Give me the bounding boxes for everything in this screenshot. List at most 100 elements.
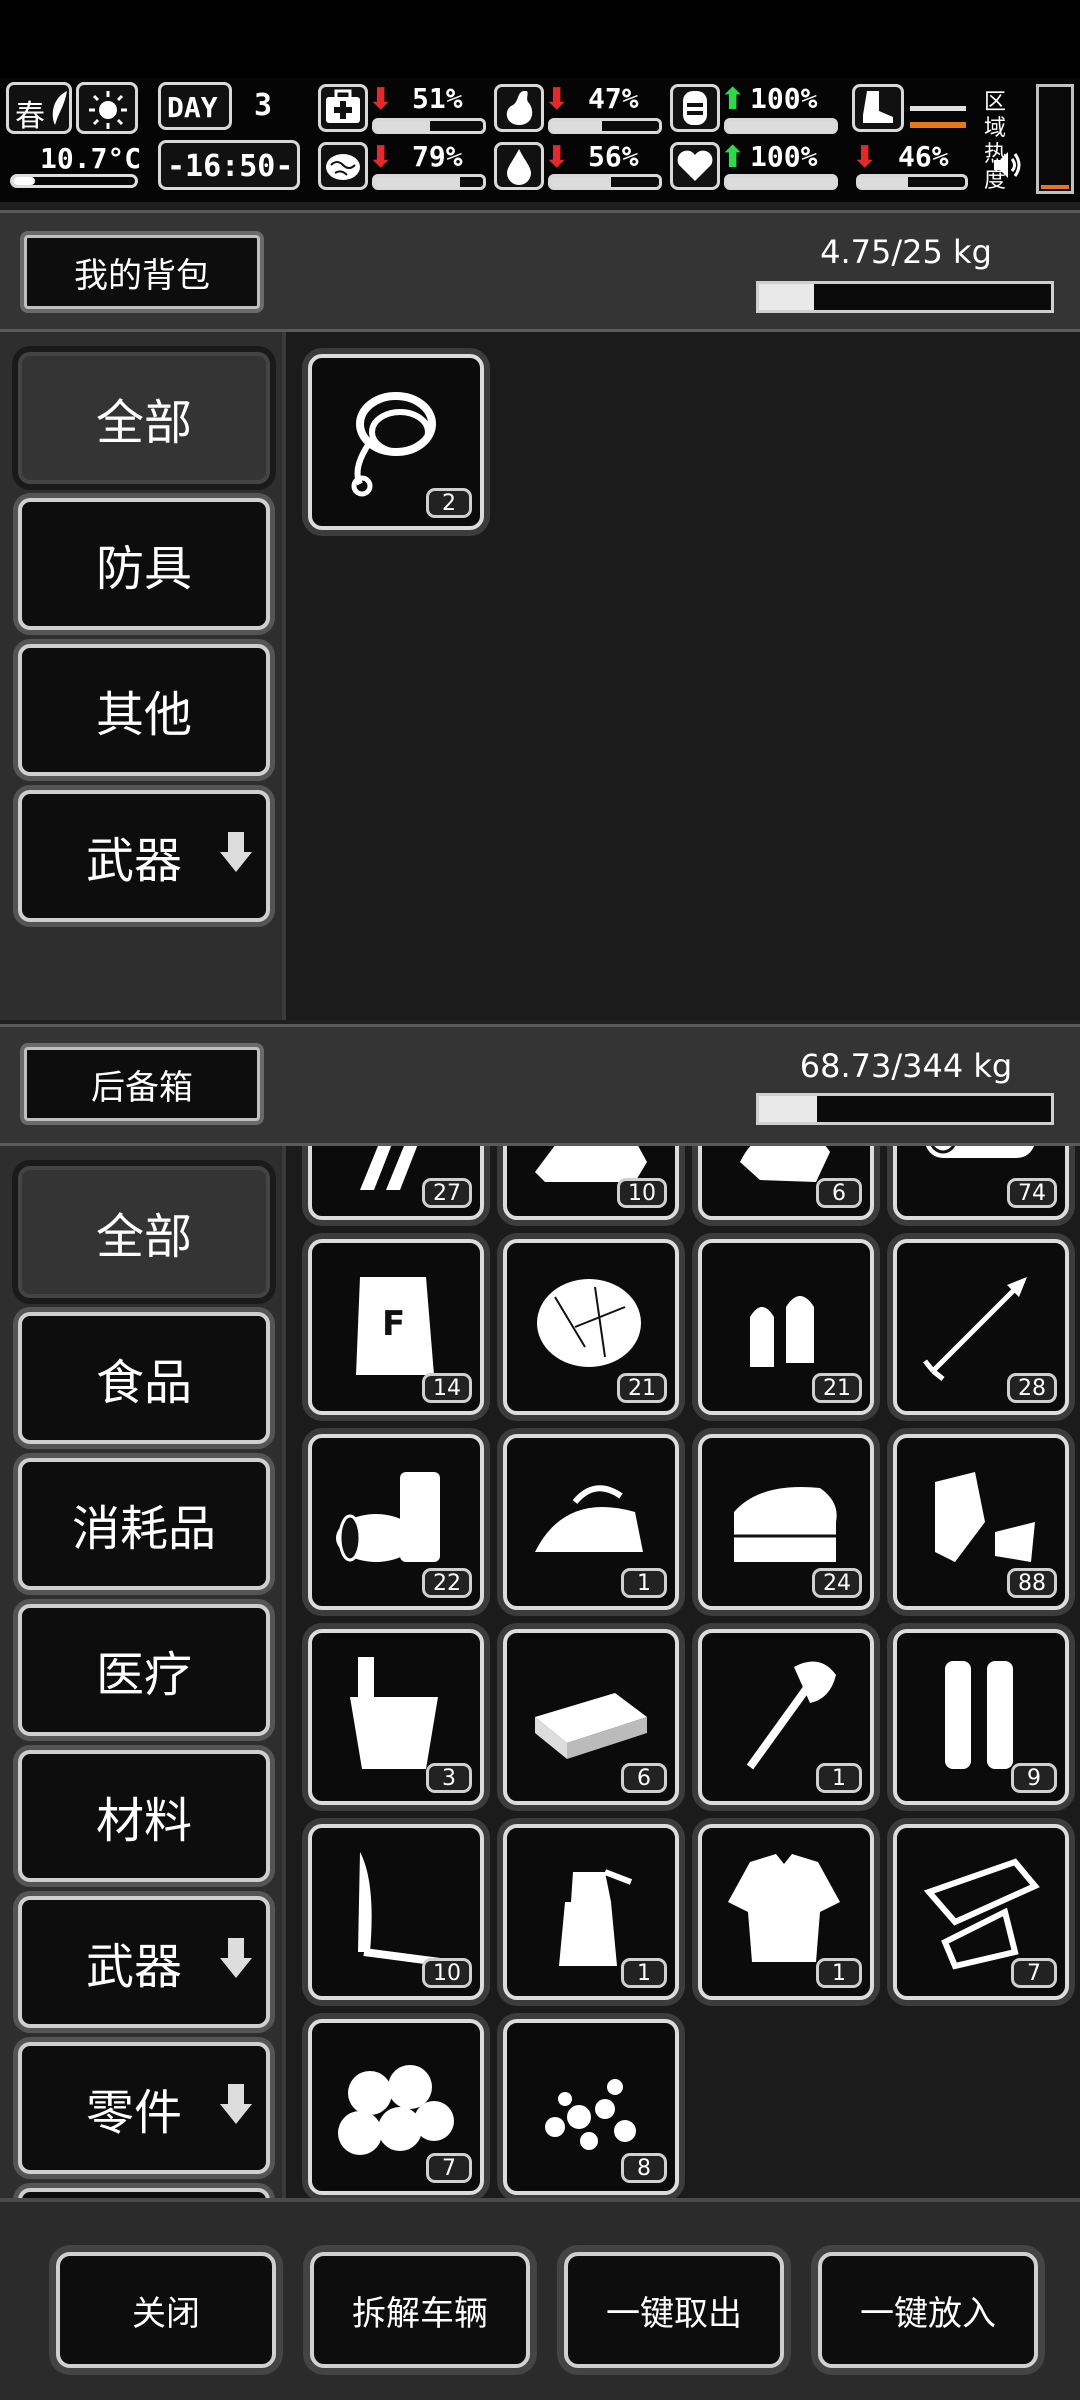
brain-icon (318, 142, 368, 190)
health-value: 51% (412, 82, 463, 115)
inventory-slot[interactable]: 1 (698, 1824, 874, 2000)
item-count-badge: 27 (422, 1178, 472, 1208)
spray-bottle-icon (559, 1869, 633, 1966)
category-tab[interactable]: 其他 (18, 644, 270, 776)
trunk-weight-text: 68.73/344 kg (799, 1047, 1013, 1085)
backpack-weight-bar (756, 281, 1054, 313)
item-count-badge: 7 (1011, 1958, 1057, 1988)
stamina-value: 100% (750, 82, 818, 115)
inventory-slot[interactable]: 1 (503, 1824, 679, 2000)
system-status-bar (0, 0, 1080, 78)
cash-stack-icon (535, 1693, 647, 1759)
item-count-badge: 1 (816, 1958, 862, 1988)
cans-icon (336, 1472, 440, 1562)
svg-text:F: F (382, 1304, 405, 1344)
inventory-slot[interactable]: 24 (698, 1434, 874, 1610)
brain-value: 79% (412, 140, 463, 173)
inventory-slot[interactable]: 7 (308, 2019, 484, 2195)
survival-hud: 春 10.7°C DAY 3 -16:50- ⬇ 51% ⬇ 47% ⬆ 100… (0, 78, 1080, 202)
category-tab[interactable]: 全部 (18, 1166, 270, 1298)
category-tab[interactable]: 防具 (18, 498, 270, 630)
trunk-category-sidebar[interactable]: 全部食品消耗品医疗材料武器零件 (0, 1146, 282, 2198)
stamina-icon (670, 84, 720, 132)
health-bar (372, 118, 486, 134)
inventory-slot[interactable]: 88 (893, 1434, 1069, 1610)
clock-time: -16:50- (167, 149, 294, 184)
trunk-title: 后备箱 (24, 1047, 260, 1121)
boot-value: 46% (898, 140, 949, 173)
backpack-weight-text: 4.75/25 kg (820, 233, 992, 271)
shells-icon (945, 1661, 1013, 1769)
backpack-header: 我的背包 4.75/25 kg (0, 210, 1080, 332)
item-count-badge: 6 (621, 1763, 667, 1793)
stomach-trend-down-icon: ⬇ (544, 82, 570, 117)
arrow-icon (923, 1277, 1027, 1381)
trunk-item-grid[interactable]: 27 10 6 74 F 14 21 21 28 22 1 24 88 3 6 1 9 10 1 1 7 7 8 (282, 1146, 1080, 2198)
stomach-icon (494, 84, 544, 132)
inventory-slot[interactable]: 6 (698, 1146, 874, 1220)
item-count-badge: 7 (426, 2153, 472, 2183)
inventory-slot[interactable]: 10 (503, 1146, 679, 1220)
thirst-bar (548, 174, 662, 190)
category-tab[interactable]: 零件 (18, 2042, 270, 2174)
water-drop-icon (494, 142, 544, 190)
inventory-slot[interactable]: 8 (503, 2019, 679, 2195)
inventory-slot[interactable]: 28 (893, 1239, 1069, 1415)
category-tab[interactable]: 武器 (18, 790, 270, 922)
category-tab-label: 食品 (95, 1355, 192, 1411)
category-tab-label: 消耗品 (71, 1501, 216, 1557)
inventory-slot[interactable]: 9 (893, 1629, 1069, 1805)
close-button[interactable]: 关闭 (56, 2252, 276, 2368)
inventory-slot[interactable]: 27 (308, 1146, 484, 1220)
boot-bar-fill (859, 177, 908, 187)
category-tab[interactable]: 全部 (18, 352, 270, 484)
inventory-slot[interactable]: F 14 (308, 1239, 484, 1415)
stomach-bar (548, 118, 662, 134)
item-count-badge: 1 (621, 1568, 667, 1598)
speaker-icon[interactable] (990, 148, 1024, 182)
inventory-slot[interactable]: 21 (698, 1239, 874, 1415)
folded-cloth-icon (734, 1487, 837, 1562)
category-tab-label: 武器 (85, 1939, 182, 1995)
item-count-badge: 6 (816, 1178, 862, 1208)
expand-down-arrow-icon (220, 1938, 252, 1978)
category-tab[interactable]: 材料 (18, 1750, 270, 1882)
inventory-slot[interactable]: 74 (893, 1146, 1069, 1220)
inventory-slot[interactable]: 10 (308, 1824, 484, 2000)
bottom-action-bar: 关闭 拆解车辆 一键取出 一键放入 (0, 2198, 1080, 2400)
category-tab-partial[interactable] (18, 2188, 270, 2198)
inventory-slot[interactable]: 7 (893, 1824, 1069, 2000)
item-count-badge: 2 (426, 488, 472, 518)
health-trend-down-icon: ⬇ (368, 82, 394, 117)
medkit-icon (318, 84, 368, 132)
brain-bar-fill (375, 177, 461, 187)
take-all-button[interactable]: 一键取出 (564, 2252, 784, 2368)
boot-line-orange (910, 122, 966, 128)
flour-bag-icon: F (356, 1277, 434, 1375)
item-count-badge: 24 (812, 1568, 862, 1598)
sun-icon (89, 91, 127, 129)
inventory-slot[interactable]: 1 (503, 1434, 679, 1610)
category-tab[interactable]: 食品 (18, 1312, 270, 1444)
put-all-button[interactable]: 一键放入 (818, 2252, 1038, 2368)
inventory-slot[interactable]: 1 (698, 1629, 874, 1805)
leather-scraps-icon (935, 1472, 1035, 1562)
dismantle-vehicle-button[interactable]: 拆解车辆 (310, 2252, 530, 2368)
inventory-slot[interactable]: 21 (503, 1239, 679, 1415)
inventory-slot[interactable]: 22 (308, 1434, 484, 1610)
stamina-bar (724, 118, 838, 134)
backpack-item-grid: 2 (282, 332, 1080, 1020)
fiber-bundle-icon (537, 1279, 641, 1367)
category-tab[interactable]: 医疗 (18, 1604, 270, 1736)
item-count-badge: 10 (617, 1178, 667, 1208)
category-tab[interactable]: 武器 (18, 1896, 270, 2028)
inventory-slot[interactable]: 2 (308, 354, 484, 530)
inventory-slot[interactable]: 6 (503, 1629, 679, 1805)
category-tab-label: 全部 (95, 1209, 192, 1265)
category-tab[interactable]: 消耗品 (18, 1458, 270, 1590)
category-tab-label: 材料 (95, 1793, 192, 1849)
heart-bar (724, 174, 838, 190)
category-tab-label: 医疗 (95, 1647, 192, 1703)
inventory-slot[interactable]: 3 (308, 1629, 484, 1805)
heart-trend-up-icon: ⬆ (720, 140, 746, 175)
